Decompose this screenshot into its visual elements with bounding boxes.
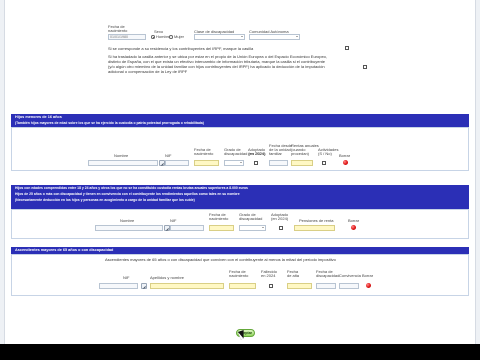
col2-nif: NIF bbox=[170, 218, 177, 223]
ascendant-deceased-checkbox[interactable] bbox=[269, 284, 273, 288]
sex-radio-female[interactable] bbox=[169, 35, 173, 39]
child-income-input[interactable] bbox=[291, 160, 313, 166]
ascendant-nif-input[interactable] bbox=[99, 283, 138, 289]
transfer-text-4: adicional o compensación de la Ley de IR… bbox=[108, 69, 188, 74]
col3-nif: NIF bbox=[123, 275, 130, 280]
child-activity-checkbox[interactable] bbox=[322, 161, 326, 165]
community-select[interactable] bbox=[249, 34, 300, 40]
adult-child-adoption-checkbox[interactable] bbox=[279, 226, 283, 230]
col2-disability-2: discapacidad bbox=[239, 216, 263, 221]
child-adoption-checkbox[interactable] bbox=[254, 161, 258, 165]
spouse-checkbox[interactable] bbox=[345, 46, 349, 50]
edit-pencil-icon[interactable] bbox=[141, 283, 147, 289]
col-activity-2: (S / No) bbox=[318, 151, 332, 156]
col3-delete: Borrar bbox=[362, 273, 374, 278]
spouse-text: Si se corresponde a su residencia y los … bbox=[108, 46, 254, 51]
col3-deceased-2: en 2024 bbox=[261, 273, 276, 278]
col3-disability-2: discapacidad bbox=[316, 273, 340, 278]
adult-children-title: Hijos con edades comprendidas entre 18 y… bbox=[15, 186, 248, 190]
col-other-parent-3: familiar bbox=[269, 151, 282, 156]
delete-row-icon[interactable] bbox=[366, 283, 371, 288]
form-sheet: Fecha de nacimiento 01/01/1980 Sexo Homb… bbox=[4, 0, 476, 344]
child-nif-input[interactable] bbox=[165, 160, 189, 166]
sex-radio-male[interactable] bbox=[151, 35, 155, 39]
transfer-checkbox[interactable] bbox=[363, 65, 367, 69]
col3-surname: Apellidos y nombre bbox=[150, 275, 185, 280]
adult-child-income-input[interactable] bbox=[294, 225, 335, 231]
birth-date-label-2: nacimiento bbox=[108, 28, 128, 33]
adult-children-line-2: Hijos de 25 años o más con discapacidad … bbox=[15, 192, 240, 196]
sex-option-female: Mujer bbox=[174, 34, 185, 39]
screen: Fecha de nacimiento 01/01/1980 Sexo Homb… bbox=[0, 0, 480, 360]
col2-birth-2: nacimiento bbox=[209, 216, 229, 221]
col-delete: Borrar bbox=[339, 153, 351, 158]
children-section-header: Hijos menores de 16 años bbox=[11, 114, 469, 121]
col-adoption-2: (en 2024) bbox=[248, 151, 266, 156]
col3-birth-2: nacimiento bbox=[229, 273, 249, 278]
col-nif: NIF bbox=[165, 153, 172, 158]
col-name: Nombre bbox=[114, 153, 129, 158]
adult-child-disability-select[interactable] bbox=[239, 225, 266, 231]
ascendants-intro: Ascendientes mayores de 65 años o con di… bbox=[105, 257, 336, 262]
birth-date-field[interactable]: 01/01/1980 bbox=[108, 34, 146, 40]
child-birth-input[interactable] bbox=[194, 160, 219, 166]
disability-select[interactable] bbox=[194, 34, 245, 40]
ascendant-name-input[interactable] bbox=[150, 283, 224, 289]
col2-delete: Borrar bbox=[348, 218, 360, 223]
col3-date-2: de alta bbox=[287, 273, 300, 278]
child-cohabitation-input[interactable] bbox=[269, 160, 288, 166]
col2-name: Nombre bbox=[120, 218, 135, 223]
ascendant-coexistence-input[interactable] bbox=[339, 283, 359, 289]
ascendants-section-header: Ascendientes mayores de 65 años o con di… bbox=[11, 247, 469, 254]
ascendant-date-input[interactable] bbox=[287, 283, 312, 289]
child-disability-select[interactable] bbox=[224, 160, 244, 166]
col2-adoption-2: (en 2024) bbox=[271, 216, 289, 221]
child-name-input[interactable] bbox=[88, 160, 158, 166]
col3-coexistence: Convivencia bbox=[339, 273, 361, 278]
adult-children-line-3: (Necesariamente deducción en los hijos y… bbox=[15, 198, 195, 202]
col-birth-2: nacimiento bbox=[194, 151, 214, 156]
delete-row-icon[interactable] bbox=[343, 160, 348, 165]
adult-child-name-input[interactable] bbox=[95, 225, 163, 231]
delete-row-icon[interactable] bbox=[351, 225, 356, 230]
adult-child-birth-input[interactable] bbox=[209, 225, 234, 231]
adult-child-nif-input[interactable] bbox=[170, 225, 204, 231]
ascendant-disability-input[interactable] bbox=[316, 283, 336, 289]
ascendant-birth-input[interactable] bbox=[229, 283, 256, 289]
col2-income: Pensiones de renta bbox=[299, 218, 334, 223]
adult-children-section-header: Hijos con edades comprendidas entre 18 y… bbox=[11, 185, 469, 209]
col-income-3: procedan) bbox=[291, 151, 310, 156]
form-panel: Fecha de nacimiento 01/01/1980 Sexo Homb… bbox=[0, 0, 480, 344]
